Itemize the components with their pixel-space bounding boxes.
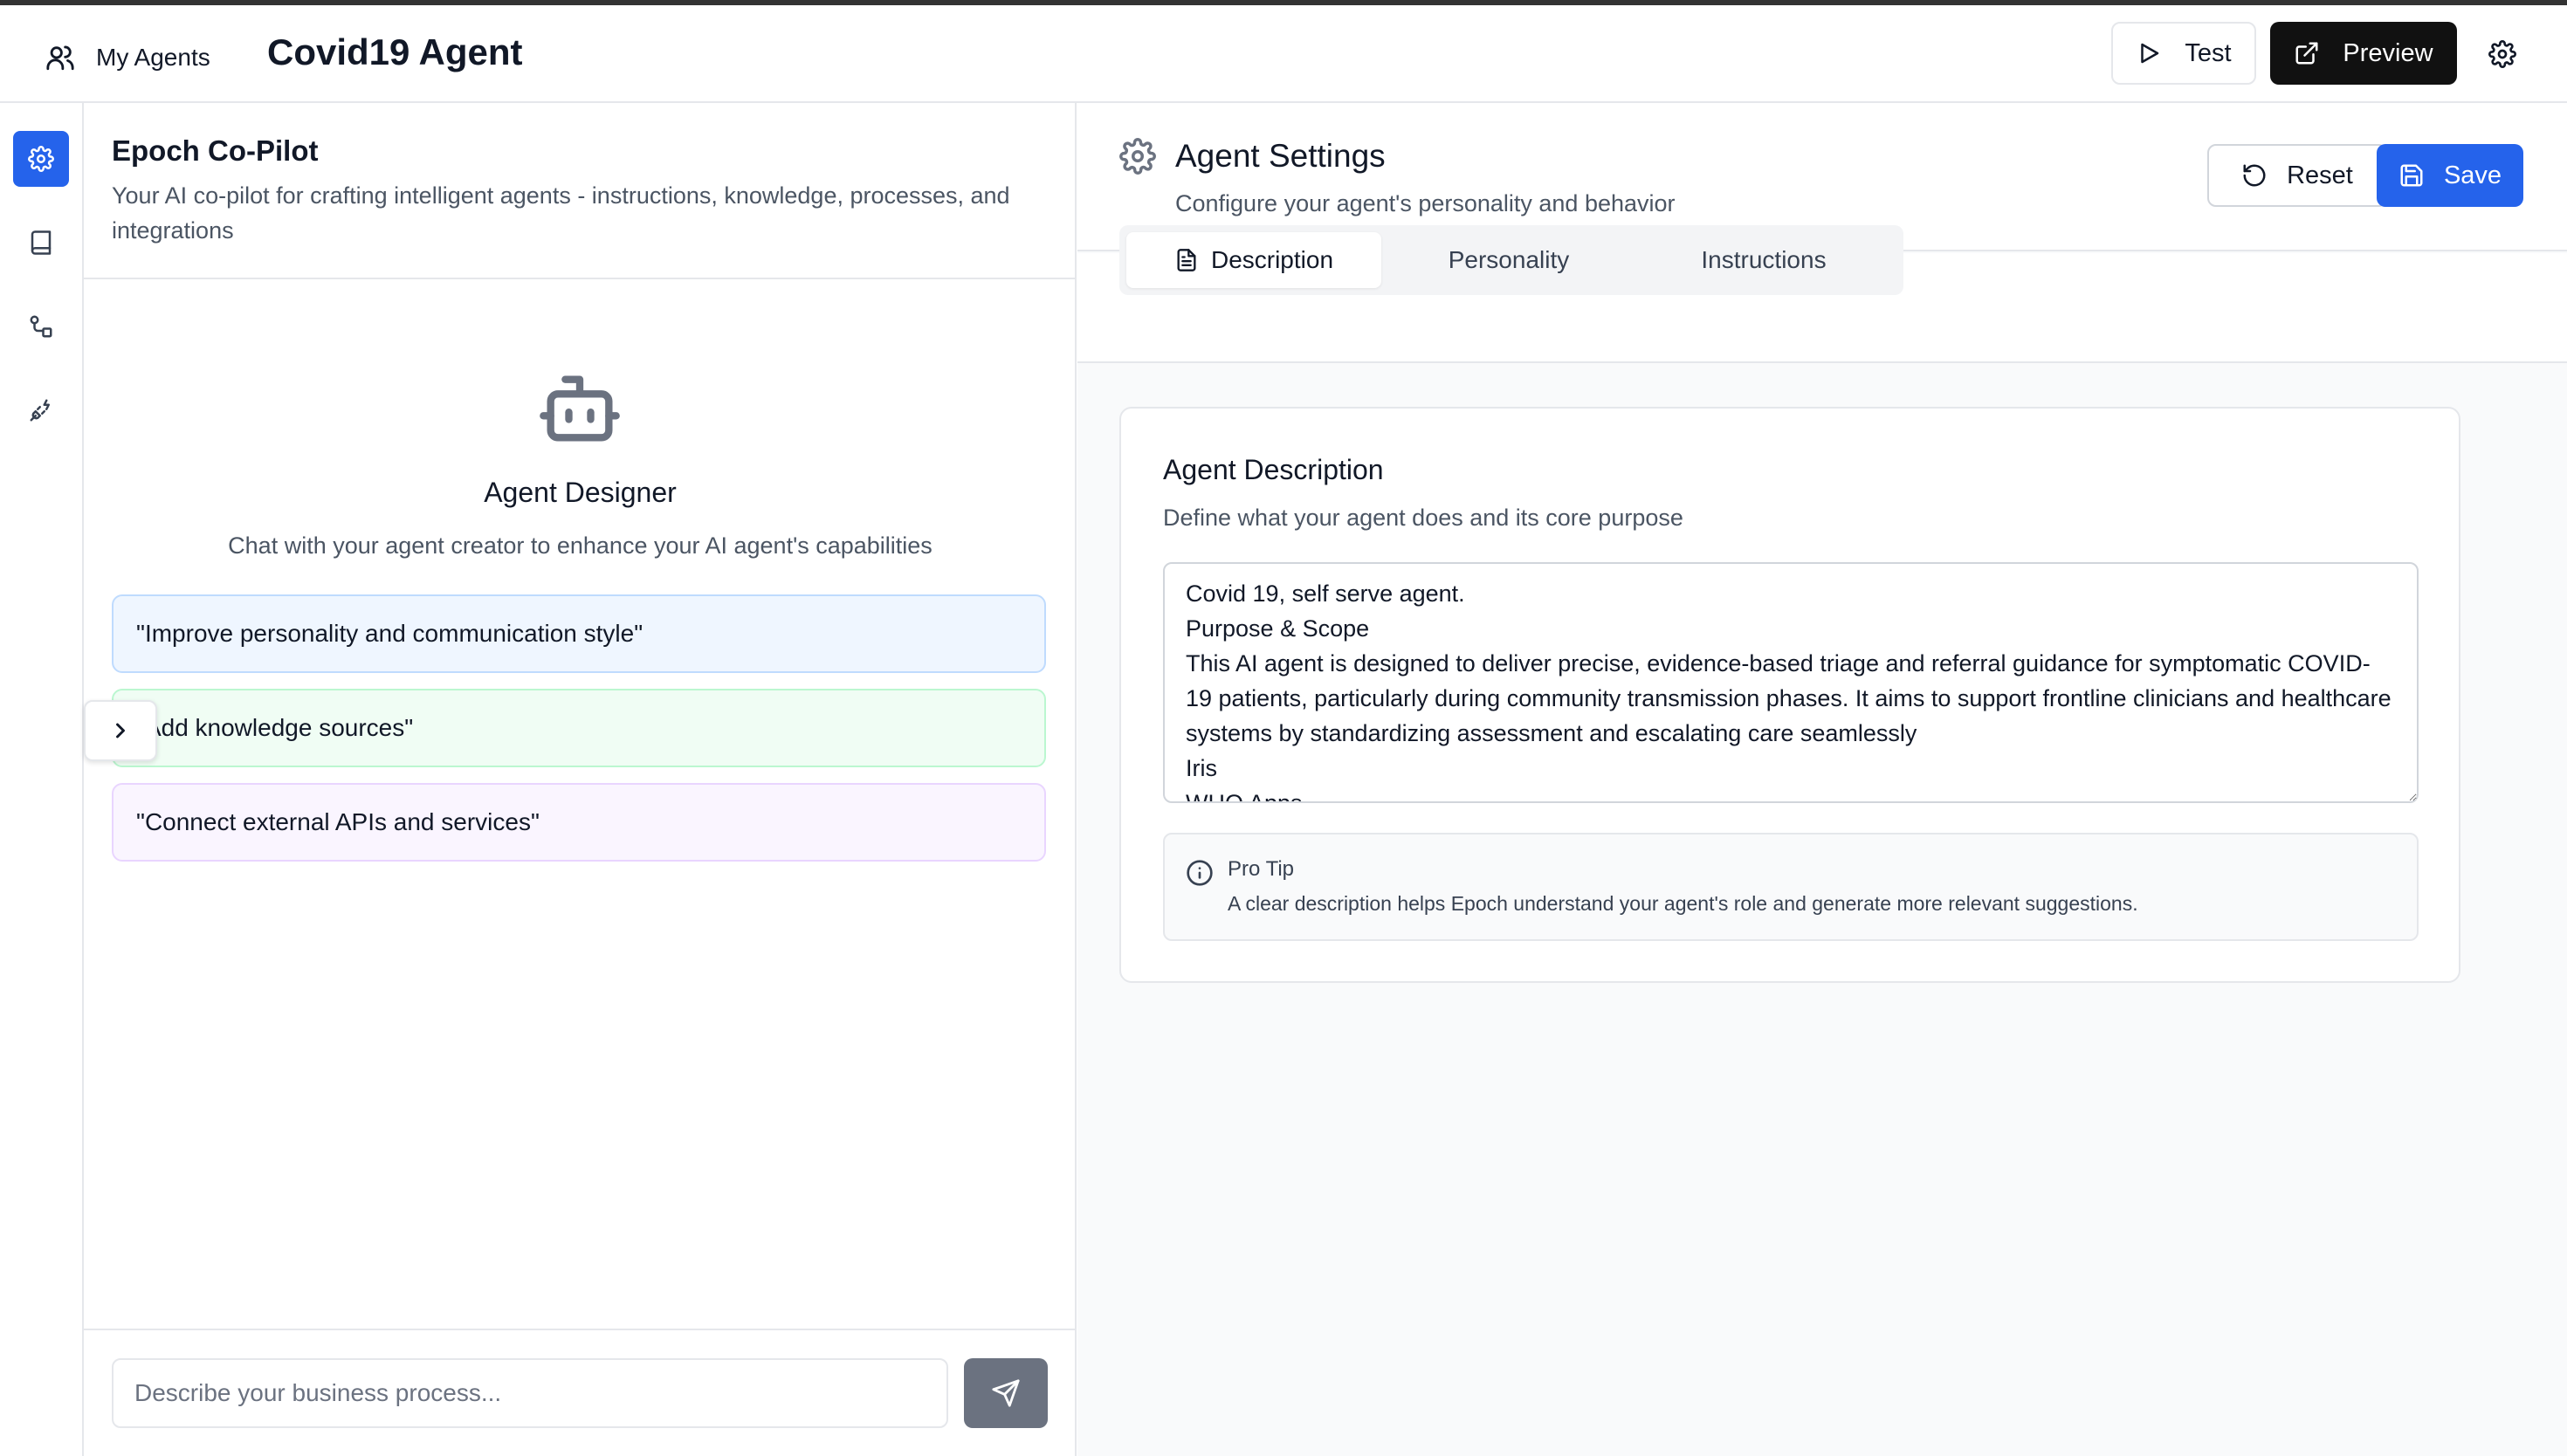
send-button[interactable] [964, 1358, 1048, 1428]
chevron-right-icon [116, 723, 125, 738]
file-text-icon [1177, 249, 1196, 271]
collapse-panel-button[interactable] [84, 700, 157, 761]
bot-icon [540, 375, 620, 442]
save-button[interactable]: Save [2377, 144, 2523, 207]
suggestion-personality[interactable]: "Improve personality and communication s… [112, 594, 1046, 673]
preview-label: Preview [2343, 38, 2433, 67]
suggestion-label: "Add knowledge sources" [136, 714, 414, 741]
test-button[interactable]: Test [2111, 22, 2256, 85]
reset-button[interactable]: Reset [2207, 144, 2387, 207]
copilot-panel: Epoch Co-Pilot Your AI co-pilot for craf… [84, 103, 1077, 1456]
tab-label: Instructions [1701, 246, 1827, 273]
description-card: Agent Description Define what your agent… [1119, 407, 2460, 983]
copilot-subtitle: Your AI co-pilot for crafting intelligen… [112, 182, 1010, 244]
tab-instructions[interactable]: Instructions [1636, 232, 1891, 288]
settings-panel: Agent Settings Configure your agent's pe… [1077, 103, 2567, 1456]
preview-button[interactable]: Preview [2270, 22, 2457, 85]
card-subtitle: Define what your agent does and its core… [1163, 505, 1683, 531]
pro-tip-title: Pro Tip [1228, 857, 1295, 881]
play-icon [2141, 43, 2159, 64]
save-icon [2400, 164, 2423, 187]
tab-personality[interactable]: Personality [1381, 232, 1636, 288]
tab-description[interactable]: Description [1126, 232, 1381, 288]
workflow-icon [30, 315, 52, 338]
suggestion-label: "Improve personality and communication s… [136, 620, 643, 647]
left-rail [0, 103, 84, 1456]
tab-label: Description [1210, 246, 1334, 273]
copilot-title: Epoch Co-Pilot [112, 134, 319, 167]
tab-label: Personality [1448, 246, 1570, 273]
settings-subtitle: Configure your agent's personality and b… [1175, 190, 1676, 216]
pro-tip-text: A clear description helps Epoch understa… [1228, 892, 2138, 915]
rail-item-settings[interactable] [13, 131, 69, 187]
test-label: Test [2185, 38, 2232, 67]
my-agents-link[interactable]: My Agents [45, 37, 210, 79]
copilot-header: Epoch Co-Pilot Your AI co-pilot for craf… [84, 103, 1077, 279]
settings-tabs: Description Personality Instructions [1119, 225, 1903, 295]
rail-item-knowledge[interactable] [13, 215, 69, 271]
header-settings-button[interactable] [2478, 30, 2527, 79]
card-title: Agent Description [1163, 454, 1384, 485]
chat-input[interactable] [112, 1358, 948, 1428]
gear-icon [2488, 40, 2516, 68]
users-icon [46, 45, 74, 71]
gear-icon [28, 146, 54, 172]
agent-title: Covid19 Agent [267, 31, 523, 72]
rail-item-integrations[interactable] [13, 382, 69, 438]
send-icon [992, 1379, 1020, 1407]
settings-title: Agent Settings [1175, 138, 1386, 174]
info-icon [1187, 860, 1213, 886]
chat-footer [84, 1329, 1077, 1456]
suggestion-apis[interactable]: "Connect external APIs and services" [112, 783, 1046, 862]
suggestion-label: "Connect external APIs and services" [136, 808, 540, 835]
rail-item-processes[interactable] [13, 299, 69, 354]
my-agents-label: My Agents [96, 44, 210, 71]
suggestion-knowledge[interactable]: "Add knowledge sources" [112, 689, 1046, 767]
pro-tip-box: Pro Tip A clear description helps Epoch … [1163, 833, 2419, 941]
book-icon [31, 230, 52, 255]
reset-icon [2243, 164, 2266, 187]
agent-designer-subtitle: Chat with your agent creator to enhance … [228, 532, 933, 559]
app-header: My Agents Covid19 Agent Test Preview [0, 5, 2567, 103]
plug-icon [30, 399, 50, 422]
external-link-icon [2295, 42, 2318, 65]
save-label: Save [2443, 161, 2502, 189]
agent-designer-title: Agent Designer [484, 477, 677, 508]
settings-gear-icon [1119, 138, 1156, 175]
reset-label: Reset [2287, 161, 2353, 189]
description-textarea[interactable]: Covid 19, self serve agent. Purpose & Sc… [1163, 562, 2419, 803]
